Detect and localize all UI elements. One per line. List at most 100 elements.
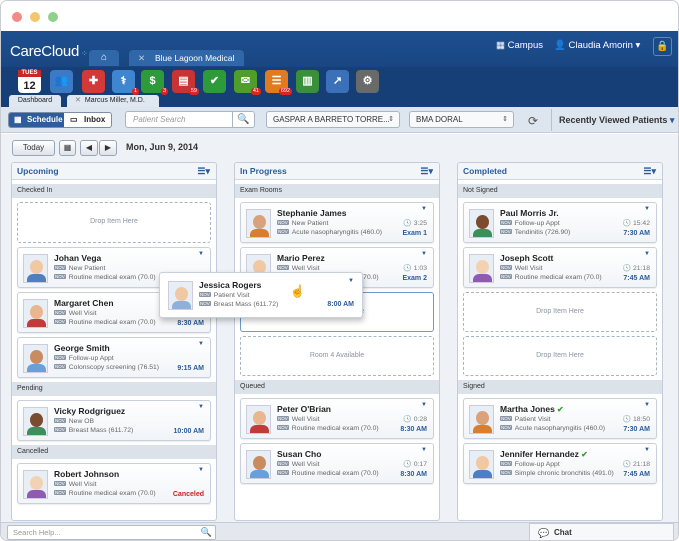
close-icon[interactable]: ✕ bbox=[75, 97, 81, 104]
appointment-card[interactable]: George Smith NOV Follow-up Appt NOV Colonsco… bbox=[17, 337, 211, 378]
location-select[interactable]: BMA DORAL ⇕ bbox=[409, 111, 514, 128]
chevron-down-icon[interactable]: ▼ bbox=[198, 251, 204, 257]
notification-badge: 1 bbox=[131, 88, 139, 95]
diagnosis: NOVRoutine medical exam (70.0) bbox=[277, 425, 379, 432]
column-menu-icon[interactable]: ☰▾ bbox=[197, 163, 210, 180]
recent-patients-menu[interactable]: Recently Viewed Patients ▾ bbox=[551, 109, 678, 131]
appointment-card[interactable]: Robert Johnson NOV Well Visit NOV Routine me… bbox=[17, 463, 211, 504]
minimize-window-button[interactable] bbox=[30, 12, 40, 22]
maximize-window-button[interactable] bbox=[48, 12, 58, 22]
appointment-card[interactable]: Joseph Scott NOV Well Visit NOV Routine medi… bbox=[463, 247, 657, 288]
home-tab[interactable]: ⌂ bbox=[89, 50, 119, 66]
appointment-card[interactable]: Paul Morris Jr. NOV Follow-up Appt NOV Tendi… bbox=[463, 202, 657, 243]
doctor-icon[interactable]: ⚕ 1 bbox=[112, 70, 139, 95]
chevron-down-icon[interactable]: ▼ bbox=[644, 251, 650, 257]
mail-icon[interactable]: ✉ 41 bbox=[234, 70, 261, 95]
chevron-down-icon[interactable]: ▼ bbox=[421, 447, 427, 453]
drop-zone[interactable]: Drop Item Here bbox=[463, 292, 657, 332]
avatar bbox=[469, 450, 494, 479]
analytics-icon[interactable]: ↗ bbox=[326, 70, 349, 93]
close-icon[interactable]: ✕ bbox=[138, 50, 145, 66]
drop-zone[interactable]: Drop Item Here bbox=[463, 336, 657, 376]
library-icon[interactable]: ▥ bbox=[296, 70, 319, 93]
chevron-down-icon[interactable]: ▼ bbox=[421, 402, 427, 408]
billing-icon[interactable]: $3 bbox=[141, 70, 168, 95]
user-menu[interactable]: 👤 Claudia Amorin ▾ bbox=[554, 40, 640, 51]
patient-name: Vicky Rodgriguez bbox=[54, 406, 126, 416]
visit-type: NOV Patient Visit bbox=[199, 292, 250, 299]
appointment-card[interactable]: Vicky Rodgriguez NOV New OB NOV Breast Mass … bbox=[17, 400, 211, 441]
dragged-appointment-card[interactable]: Jessica Rogers NOV Patient Visit NOV Breas… bbox=[159, 272, 363, 318]
column-menu-icon[interactable]: ☰▾ bbox=[643, 163, 656, 180]
chevron-down-icon[interactable]: ▼ bbox=[421, 206, 427, 212]
updown-icon: ⇕ bbox=[502, 116, 508, 123]
tab-dashboard[interactable]: Dashboard bbox=[9, 95, 61, 107]
patients-icon[interactable]: 👥 bbox=[50, 70, 73, 93]
appointment-card[interactable]: Jennifer Hernandez ✔ NOV Follow-up Appt NOV… bbox=[463, 443, 657, 484]
avatar bbox=[23, 470, 48, 499]
patient-name: Margaret Chen bbox=[54, 298, 114, 308]
chat-button[interactable]: 💬 Chat bbox=[529, 523, 674, 540]
patient-search-input[interactable]: Patient Search 🔍 bbox=[125, 111, 255, 128]
chevron-down-icon[interactable]: ▼ bbox=[198, 467, 204, 473]
chevron-down-icon[interactable]: ▼ bbox=[644, 447, 650, 453]
settings-icon[interactable]: ⚙ bbox=[356, 70, 379, 93]
status-canceled: Canceled bbox=[172, 491, 204, 498]
prev-day-button[interactable]: ◀ bbox=[80, 140, 98, 156]
diagnosis: NOV Acute nasopharyngitis (460.0) bbox=[277, 229, 383, 236]
elapsed-time: 🕓 18:50 bbox=[622, 416, 650, 423]
search-icon[interactable]: 🔍 bbox=[232, 112, 254, 127]
calendar-picker-button[interactable]: ▦ bbox=[59, 140, 76, 156]
elapsed-time: 🕓 0:17 bbox=[403, 461, 427, 468]
chevron-down-icon[interactable]: ▼ bbox=[644, 206, 650, 212]
appointment-time: 7:45 AM bbox=[623, 471, 650, 478]
signed-check-icon: ✔ bbox=[554, 405, 564, 414]
search-icon[interactable]: 🔍 bbox=[201, 526, 212, 539]
provider-select[interactable]: GASPAR A BARRETO TORRE... ⇕ bbox=[266, 111, 400, 128]
column-menu-icon[interactable]: ☰▾ bbox=[420, 163, 433, 180]
notification-badge: 59 bbox=[188, 88, 199, 95]
carecloud-logo[interactable]: CareCloud ⁘ bbox=[10, 43, 88, 60]
room-slot[interactable]: Room 4 Available bbox=[240, 336, 434, 376]
claims-icon[interactable]: ▤ 59 bbox=[172, 70, 199, 95]
chevron-down-icon[interactable]: ▼ bbox=[198, 341, 204, 347]
appointment-time: 8:30 AM bbox=[400, 426, 427, 433]
elapsed-time: 🕓 3:25 bbox=[403, 220, 427, 227]
chevron-down-icon[interactable]: ▼ bbox=[198, 404, 204, 410]
chevron-down-icon[interactable]: ▼ bbox=[644, 402, 650, 408]
inbox-button[interactable]: ▭ Inbox bbox=[64, 113, 111, 127]
today-button[interactable]: Today bbox=[12, 140, 55, 156]
visit-type: NOV Follow-up Appt bbox=[54, 355, 114, 362]
tasks-icon[interactable]: ☰ 692 bbox=[265, 70, 292, 95]
chevron-right-icon: ▶ bbox=[104, 143, 112, 152]
diagnosis: NOVRoutine medical exam (70.0) bbox=[277, 470, 379, 477]
calendar-icon[interactable]: TUES 12 bbox=[18, 70, 41, 93]
campus-menu[interactable]: ▦ Campus bbox=[496, 40, 543, 51]
lock-button[interactable]: 🔒 bbox=[653, 37, 672, 56]
section-queued: Queued bbox=[235, 380, 439, 394]
chat-icon: 💬 bbox=[538, 528, 550, 538]
patient-name: Jennifer Hernandez ✔ bbox=[500, 449, 588, 459]
next-day-button[interactable]: ▶ bbox=[99, 140, 117, 156]
tab-blue-lagoon-medical[interactable]: ✕ Blue Lagoon Medical bbox=[129, 50, 244, 66]
schedule-button[interactable]: ▦ Schedule bbox=[9, 113, 64, 127]
help-search-input[interactable]: Search Help... 🔍 bbox=[7, 525, 216, 540]
chevron-down-icon[interactable]: ▼ bbox=[421, 251, 427, 257]
chevron-down-icon[interactable]: ▼ bbox=[348, 278, 354, 284]
appointment-time: 8:30 AM bbox=[400, 471, 427, 478]
visit-type: NOV Well Visit bbox=[54, 310, 97, 317]
tab-patient[interactable]: ✕ Marcus Miller, M.D. bbox=[67, 95, 159, 107]
refresh-icon[interactable]: ⟳ bbox=[528, 114, 538, 128]
drop-zone[interactable]: Drop Item Here bbox=[17, 202, 211, 243]
elapsed-time: 🕓 0:28 bbox=[403, 416, 427, 423]
board: Upcoming ☰▾ Checked In Drop Item Here Joh… bbox=[1, 162, 678, 522]
elapsed-time: 🕓 1:03 bbox=[403, 265, 427, 272]
appointment-card[interactable]: Stephanie James NOV New Patient NOV Acute na… bbox=[240, 202, 434, 243]
appointment-card[interactable]: Susan Cho NOV Well Visit NOV Routine medical… bbox=[240, 443, 434, 484]
check-icon[interactable]: ✔ bbox=[203, 70, 226, 93]
elapsed-time: 🕓 21:18 bbox=[622, 265, 650, 272]
appointment-card[interactable]: Peter O'Brian NOV Well Visit NOV Routine med… bbox=[240, 398, 434, 439]
close-window-button[interactable] bbox=[12, 12, 22, 22]
chart-icon[interactable]: ✚ bbox=[82, 70, 105, 93]
appointment-card[interactable]: Martha Jones ✔ NOV Patient Visit NOV Acute n… bbox=[463, 398, 657, 439]
